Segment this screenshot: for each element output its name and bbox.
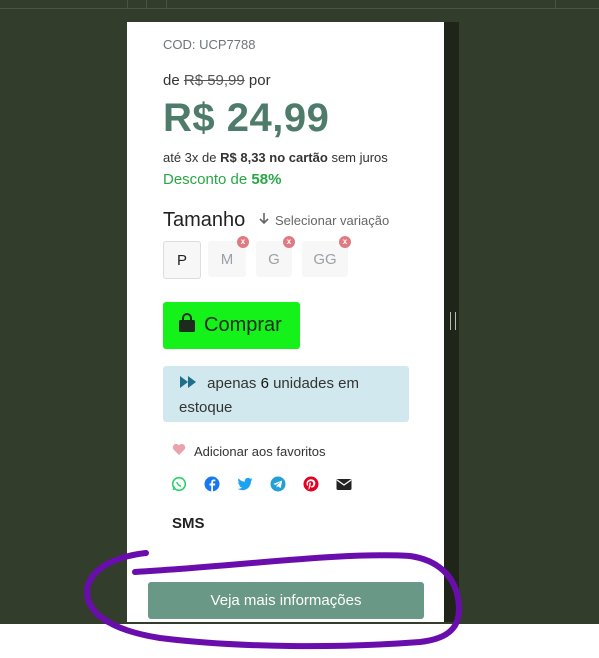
stock-suffix: unidades em [273, 375, 359, 392]
size-title: Tamanho [163, 209, 246, 231]
facebook-icon[interactable] [204, 476, 220, 492]
unavailable-icon: x [283, 236, 295, 248]
pinterest-icon[interactable] [303, 476, 319, 492]
favorites-label: Adicionar aos favoritos [194, 443, 326, 459]
size-option-m[interactable]: M x [208, 236, 249, 277]
heart-icon [172, 443, 186, 459]
more-info-button[interactable]: Veja mais informações [148, 582, 424, 619]
sms-link[interactable]: SMS [172, 515, 205, 532]
arrow-down-icon [259, 213, 269, 228]
current-price: R$ 24,99 [163, 96, 330, 140]
shopping-bag-icon [178, 312, 196, 339]
whatsapp-icon[interactable] [171, 476, 187, 492]
price-prefix: de [163, 72, 180, 89]
share-icons [171, 476, 352, 492]
size-option-g[interactable]: G x [256, 236, 295, 277]
size-option-p[interactable]: P [163, 241, 201, 279]
installments-line: até 3x de R$ 8,33 no cartão sem juros [163, 150, 388, 165]
product-code: COD: UCP7788 [163, 37, 256, 52]
discount-value: 58% [251, 171, 282, 188]
size-option-gg[interactable]: GG x [302, 236, 351, 277]
select-variation-label: Selecionar variação [275, 213, 390, 228]
fast-forward-icon [179, 372, 197, 396]
size-option-label: GG [313, 250, 337, 268]
old-price: R$ 59,99 [183, 72, 245, 89]
email-icon[interactable] [336, 476, 352, 492]
twitter-icon[interactable] [237, 476, 253, 492]
telegram-icon[interactable] [270, 476, 286, 492]
stock-count: 6 [260, 375, 269, 392]
top-toolbar-strip [0, 0, 599, 9]
price-suffix: por [248, 72, 271, 89]
installment-value: R$ 8,33 [220, 150, 266, 165]
size-option-label: P [176, 251, 187, 269]
installments-card: no cartão [269, 150, 328, 165]
select-variation[interactable]: Selecionar variação [259, 213, 389, 228]
stock-notice: apenas 6 unidades em estoque [163, 366, 409, 422]
size-option-label: M [220, 250, 234, 268]
stock-line2: estoque [179, 399, 233, 417]
size-option-label: G [268, 250, 280, 268]
stock-prefix: apenas [207, 375, 257, 392]
installments-prefix: até 3x de [163, 150, 217, 165]
unavailable-icon: x [237, 236, 249, 248]
installments-suffix: sem juros [331, 150, 388, 165]
add-to-favorites[interactable]: Adicionar aos favoritos [172, 443, 326, 459]
discount-line: Desconto de 58% [163, 171, 281, 188]
unavailable-icon: x [339, 236, 351, 248]
buy-button-label: Comprar [204, 314, 282, 336]
discount-label: Desconto de [163, 171, 248, 188]
buy-button[interactable]: Comprar [163, 302, 300, 349]
resize-handle[interactable] [450, 312, 456, 330]
old-price-line: de R$ 59,99 por [163, 72, 271, 89]
